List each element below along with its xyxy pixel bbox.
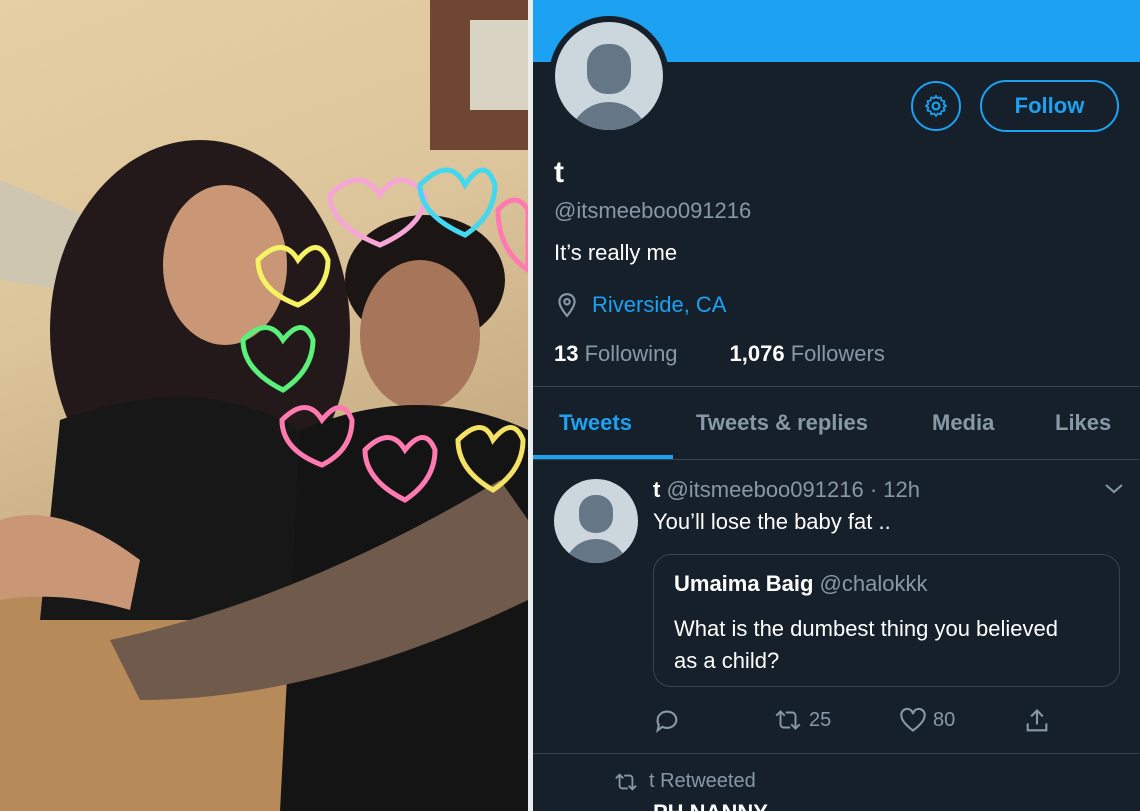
photo-scene (0, 0, 528, 811)
share-icon (1026, 709, 1048, 732)
quote-author-name: Umaima Baig (674, 571, 814, 596)
followers-label: Followers (790, 341, 885, 366)
profile-panel: Follow t @itsmeeboo091216 It’s really me… (533, 0, 1140, 811)
following-label: Following (584, 341, 678, 366)
location-label: Riverside, CA (592, 292, 727, 317)
followers-count: 1,076 (729, 341, 785, 366)
profile-location[interactable]: Riverside, CA (554, 292, 726, 318)
retweet-icon (615, 772, 637, 791)
following-stat[interactable]: 13 Following (554, 341, 678, 367)
retweet-button[interactable]: 25 (773, 707, 831, 733)
profile-stats: 13 Following 1,076 Followers (554, 341, 885, 367)
tab-media[interactable]: Media (932, 387, 994, 459)
quote-header: Umaima Baig @chalokkk (674, 571, 1099, 597)
tweet[interactable]: t @itsmeeboo091216 · 12h You’ll lose the… (533, 459, 1140, 754)
next-tweet-author-name: PH NANNY (653, 800, 768, 811)
tab-tweets[interactable]: Tweets (559, 387, 632, 459)
tweet-text: You’ll lose the baby fat .. (653, 509, 891, 534)
quoted-tweet[interactable]: Umaima Baig @chalokkk What is the dumbes… (653, 554, 1120, 687)
tweet-menu-button[interactable] (1103, 481, 1125, 502)
tweet-author-handle: @itsmeeboo091216 (666, 477, 864, 502)
tweet-author-name: t (653, 477, 661, 502)
heart-icon (900, 707, 926, 732)
default-avatar-icon (555, 22, 663, 130)
like-button[interactable]: 80 (899, 707, 955, 733)
like-count: 80 (933, 708, 956, 731)
share-button[interactable] (1023, 707, 1051, 735)
retweeted-indicator: t Retweeted (613, 770, 756, 793)
followers-stat[interactable]: 1,076 Followers (730, 341, 885, 367)
reply-icon (656, 710, 678, 733)
profile-handle: @itsmeeboo091216 (554, 198, 752, 223)
tweet-avatar[interactable] (554, 479, 638, 563)
profile-name: t (554, 156, 564, 189)
gear-icon (924, 94, 948, 117)
quote-author-handle: @chalokkk (819, 571, 928, 596)
profile-tabs: Tweets Tweets & replies Media Likes (533, 386, 1140, 460)
tab-tweets-replies[interactable]: Tweets & replies (696, 387, 868, 459)
follow-button[interactable]: Follow (980, 80, 1119, 132)
tab-likes[interactable]: Likes (1055, 387, 1111, 459)
profile-avatar[interactable] (549, 16, 669, 136)
reply-button[interactable] (653, 707, 681, 735)
tweet-actions: 25 80 (653, 707, 1053, 737)
settings-button[interactable] (911, 81, 961, 131)
following-count: 13 (554, 341, 579, 366)
profile-bio: It’s really me (554, 240, 678, 265)
tweet-time: · 12h (869, 477, 920, 502)
chevron-down-icon (1105, 484, 1123, 494)
photo (0, 0, 528, 811)
retweet-count: 25 (809, 708, 832, 731)
location-pin-icon (558, 293, 576, 318)
retweeted-label: t Retweeted (649, 770, 756, 792)
tweet-header: t @itsmeeboo091216 · 12h (653, 477, 920, 503)
quote-text: What is the dumbest thing you believed a… (674, 616, 1059, 673)
retweet-icon (775, 710, 801, 730)
